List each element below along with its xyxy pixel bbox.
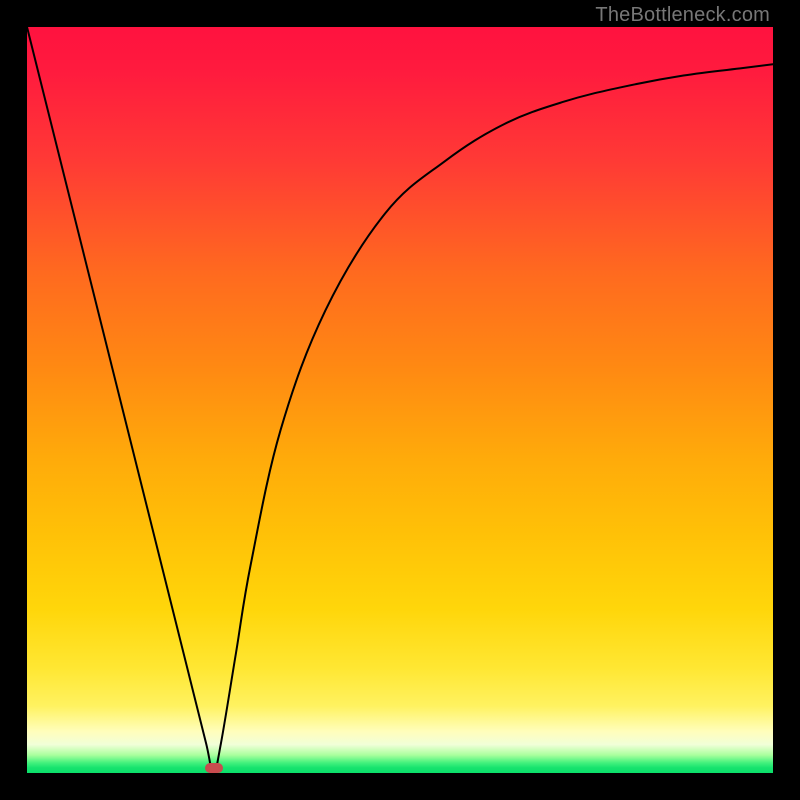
min-marker xyxy=(205,763,223,773)
bottleneck-curve xyxy=(27,27,773,773)
curve-path xyxy=(27,27,773,773)
watermark-text: TheBottleneck.com xyxy=(595,4,770,27)
chart-frame: TheBottleneck.com xyxy=(0,0,800,800)
plot-area xyxy=(27,27,773,773)
